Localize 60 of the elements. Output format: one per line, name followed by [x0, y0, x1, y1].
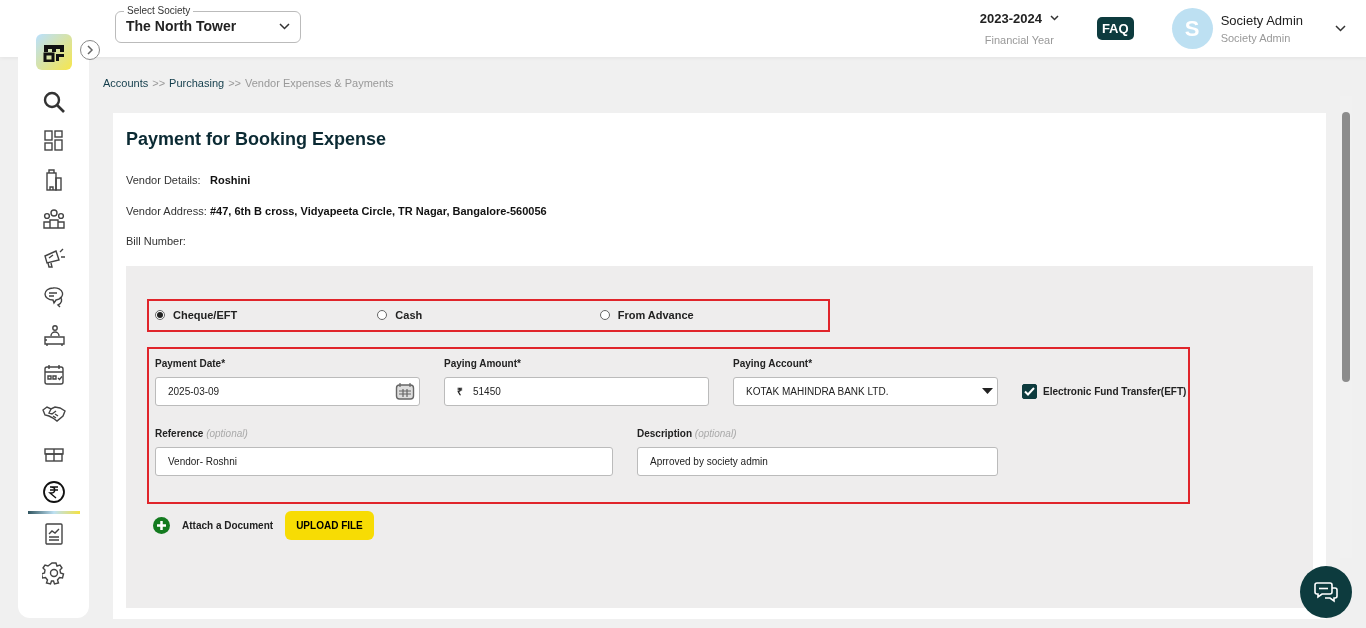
detail-label: Vendor Details: — [126, 173, 202, 189]
breadcrumb-current: Vendor Expenses & Payments — [245, 77, 394, 89]
field-label: Paying Amount* — [444, 356, 522, 371]
breadcrumb-link[interactable]: Purchasing — [169, 77, 225, 89]
radio-button[interactable] — [155, 310, 165, 321]
rupee-icon — [41, 479, 66, 504]
account-select[interactable]: KOTAK MAHINDRA BANK LTD. — [733, 376, 998, 406]
chat-button[interactable] — [1300, 566, 1352, 618]
chevron-down-icon — [279, 23, 290, 30]
upload-button[interactable]: UPLOAD FILE — [285, 510, 374, 540]
year-select[interactable]: 2023-2024 — [979, 8, 1059, 28]
speech-bubbles-icon — [41, 284, 66, 309]
detail-value: #47, 6th B cross, Vidyapeeta Circle, TR Nagar, Bangalore-560056 — [210, 203, 547, 219]
search-icon — [41, 89, 66, 114]
expand-button[interactable] — [80, 40, 100, 60]
attach-label: Attach a Document — [182, 518, 274, 533]
page-title: Payment for Booking Expense — [126, 128, 388, 151]
field-label: Paying Account* — [733, 356, 814, 371]
description-field[interactable]: Aprroved by society admin — [637, 446, 998, 476]
amount-field[interactable]: ₹ 51450 — [444, 376, 709, 406]
society-value: The North Tower — [126, 17, 237, 36]
people-icon — [41, 206, 66, 231]
app-logo — [35, 34, 72, 70]
settings-icon — [41, 560, 66, 585]
breadcrumb-separator: >> — [228, 77, 241, 89]
desk-icon — [41, 323, 66, 348]
avatar: S — [1171, 8, 1213, 49]
detail-label: Vendor Address: — [126, 203, 208, 219]
field-label: Select Society — [124, 4, 194, 17]
year-value: 2023-2024 — [979, 9, 1042, 28]
checkbox-label: Electronic Fund Transfer(EFT) — [1043, 385, 1187, 400]
field-label: Payment Date* — [155, 356, 227, 371]
user-menu[interactable]: S Society Admin Society Admin — [1171, 8, 1346, 49]
grid-icon — [41, 128, 66, 153]
field-label: Description (optional) — [637, 426, 738, 441]
chevron-down-icon — [1049, 15, 1059, 22]
radio-button[interactable] — [377, 310, 388, 321]
radio-label: Cash — [395, 307, 423, 323]
breadcrumb-link[interactable]: Accounts — [103, 77, 149, 89]
year-caption: Financial Year — [983, 33, 1055, 48]
field-label: Reference (optional) — [155, 426, 249, 441]
radio-label: Cheque/EFT — [173, 307, 238, 323]
user-name: Society Admin — [1220, 11, 1303, 30]
calendar-icon[interactable] — [395, 382, 415, 401]
chevron-down-icon — [1335, 25, 1346, 32]
caret-icon — [982, 388, 993, 395]
add-icon[interactable] — [153, 516, 170, 534]
chat-icon — [1314, 581, 1338, 603]
radio-label: From Advance — [617, 307, 694, 323]
calendar-icon — [41, 362, 66, 387]
detail-label: Bill Number: — [126, 234, 187, 250]
chevron-right-icon — [86, 45, 94, 55]
faq-button[interactable]: FAQ — [1096, 16, 1134, 41]
radio-button[interactable] — [599, 310, 610, 321]
breadcrumb-separator: >> — [152, 77, 166, 89]
date-field[interactable]: 2025-03-09 — [155, 376, 420, 406]
checkbox[interactable] — [1022, 384, 1037, 400]
reference-field[interactable]: Vendor- Roshni — [155, 446, 613, 476]
user-role: Society Admin — [1220, 31, 1292, 46]
detail-value: Roshini — [210, 173, 251, 189]
